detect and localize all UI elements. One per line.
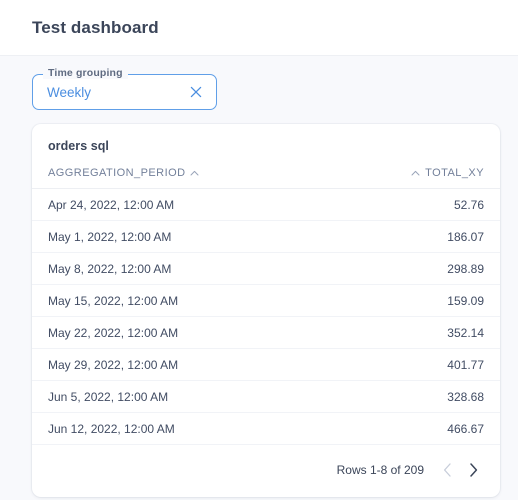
rows-count-label: Rows 1-8 of 209 xyxy=(336,463,424,477)
chevron-left-icon xyxy=(443,463,451,477)
card-title: orders sql xyxy=(48,139,109,153)
table-row[interactable]: May 29, 2022, 12:00 AM 401.77 xyxy=(32,348,500,381)
column-header-aggregation-period[interactable]: AGGREGATION_PERIOD xyxy=(32,164,266,189)
table-header-row: AGGREGATION_PERIOD TOTAL_XY xyxy=(32,164,500,189)
close-icon[interactable] xyxy=(186,82,206,102)
query-result-card: orders sql AGGREGATION_PERIOD TOTAL_XY A… xyxy=(32,124,500,497)
chevron-right-icon xyxy=(469,463,477,477)
table-body: Apr 24, 2022, 12:00 AM 52.76 May 1, 2022… xyxy=(32,188,500,445)
cell-period: May 1, 2022, 12:00 AM xyxy=(32,220,266,253)
dashboard-header: Test dashboard xyxy=(0,0,518,56)
column-header-inner[interactable]: AGGREGATION_PERIOD xyxy=(48,167,199,179)
cell-total: 298.89 xyxy=(266,252,500,285)
cell-period: Jun 12, 2022, 12:00 AM xyxy=(32,412,266,445)
table-head: AGGREGATION_PERIOD TOTAL_XY xyxy=(32,164,500,189)
cell-period: May 29, 2022, 12:00 AM xyxy=(32,348,266,381)
table-row[interactable]: Jun 5, 2022, 12:00 AM 328.68 xyxy=(32,380,500,413)
next-page-button[interactable] xyxy=(462,459,484,481)
cell-period: Jun 5, 2022, 12:00 AM xyxy=(32,380,266,413)
cell-period: May 22, 2022, 12:00 AM xyxy=(32,316,266,349)
results-table: AGGREGATION_PERIOD TOTAL_XY Apr 24, 2022… xyxy=(32,164,500,445)
cell-period: May 8, 2022, 12:00 AM xyxy=(32,252,266,285)
cell-total: 186.07 xyxy=(266,220,500,253)
pagination-footer: Rows 1-8 of 209 xyxy=(32,445,500,497)
table-row[interactable]: May 1, 2022, 12:00 AM 186.07 xyxy=(32,220,500,253)
chevron-up-icon xyxy=(411,170,420,176)
column-header-label: TOTAL_XY xyxy=(425,167,484,179)
cell-total: 466.67 xyxy=(266,412,500,445)
column-header-total-xy[interactable]: TOTAL_XY xyxy=(266,164,500,189)
filter-value[interactable]: Weekly xyxy=(47,85,186,100)
cell-period: May 15, 2022, 12:00 AM xyxy=(32,284,266,317)
column-header-label: AGGREGATION_PERIOD xyxy=(48,167,186,179)
cell-total: 352.14 xyxy=(266,316,500,349)
filter-label: Time grouping xyxy=(43,67,128,79)
chevron-up-icon xyxy=(190,170,199,176)
filter-time-grouping[interactable]: Time grouping Weekly xyxy=(32,67,217,110)
previous-page-button[interactable] xyxy=(436,459,458,481)
cell-total: 328.68 xyxy=(266,380,500,413)
page-title: Test dashboard xyxy=(32,17,159,37)
cell-total: 52.76 xyxy=(266,188,500,221)
table-row[interactable]: Apr 24, 2022, 12:00 AM 52.76 xyxy=(32,188,500,221)
table-row[interactable]: May 8, 2022, 12:00 AM 298.89 xyxy=(32,252,500,285)
cell-total: 401.77 xyxy=(266,348,500,381)
filter-bar: Time grouping Weekly xyxy=(0,56,518,124)
table-row[interactable]: May 22, 2022, 12:00 AM 352.14 xyxy=(32,316,500,349)
cell-total: 159.09 xyxy=(266,284,500,317)
table-row[interactable]: Jun 12, 2022, 12:00 AM 466.67 xyxy=(32,412,500,445)
table-row[interactable]: May 15, 2022, 12:00 AM 159.09 xyxy=(32,284,500,317)
cell-period: Apr 24, 2022, 12:00 AM xyxy=(32,188,266,221)
column-header-inner[interactable]: TOTAL_XY xyxy=(411,167,484,179)
